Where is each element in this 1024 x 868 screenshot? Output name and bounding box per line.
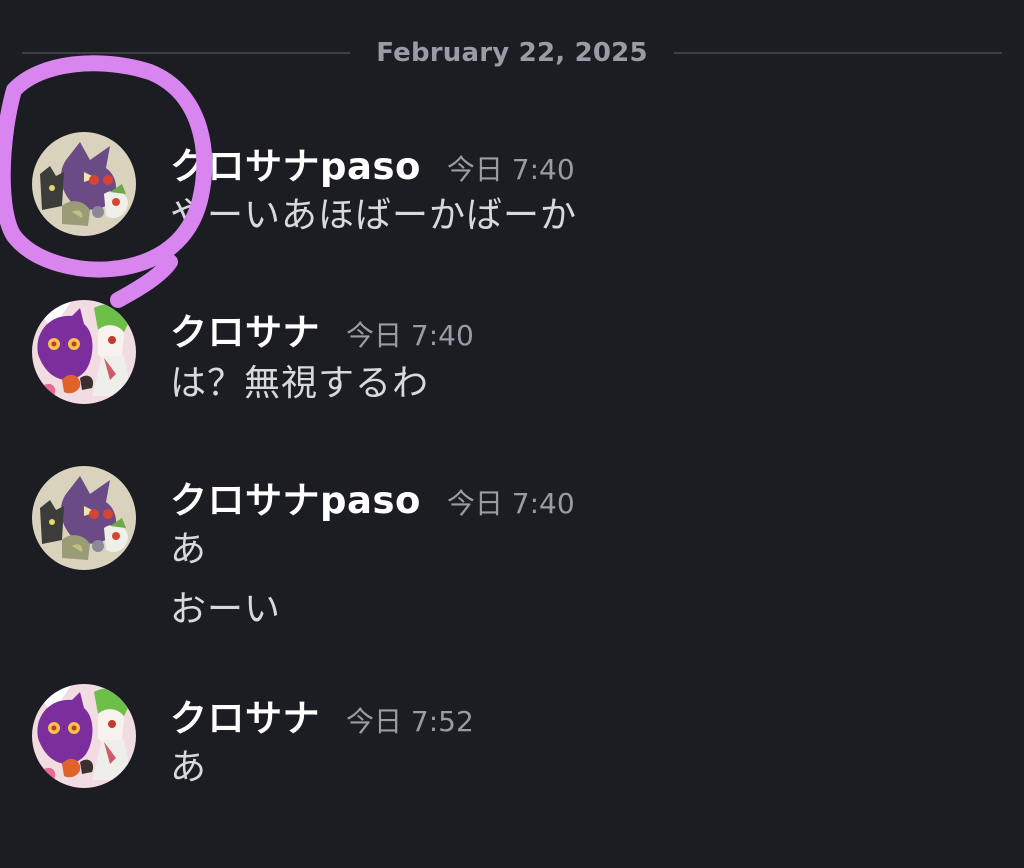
date-divider: February 22, 2025 — [22, 30, 1002, 76]
message-text: あ — [170, 747, 208, 788]
divider-line-right — [673, 52, 1002, 54]
timestamp: 今日 7:40 — [446, 487, 575, 520]
message-text: やーいあほばーかばーか — [170, 195, 578, 236]
message-text: は？無視するわ — [170, 363, 430, 404]
divider-line-left — [22, 52, 351, 54]
avatar[interactable] — [32, 684, 136, 788]
avatar[interactable] — [32, 466, 136, 570]
message-text: あ — [170, 529, 208, 570]
username[interactable]: クロサナ — [170, 688, 320, 742]
highlight-circle-annotation — [0, 55, 213, 308]
date-divider-label: February 22, 2025 — [376, 38, 648, 68]
message-header: クロサナpaso 今日 7:40 — [170, 470, 575, 524]
timestamp: 今日 7:40 — [346, 319, 474, 352]
chat-view: February 22, 2025 クロサナpaso 今日 7:40 やーいあほ… — [0, 0, 1024, 868]
avatar-dark-ghost-art — [32, 466, 136, 570]
message-header: クロサナ 今日 7:52 — [170, 688, 474, 742]
avatar[interactable] — [32, 300, 136, 404]
username[interactable]: クロサナ — [170, 302, 320, 356]
message-text: おーい — [170, 589, 282, 630]
avatar-purple-ghost-art — [32, 300, 136, 404]
message-header: クロサナ 今日 7:40 — [170, 302, 474, 356]
username[interactable]: クロサナpaso — [170, 136, 421, 190]
username[interactable]: クロサナpaso — [170, 470, 421, 524]
message-header: クロサナpaso 今日 7:40 — [170, 136, 575, 190]
timestamp: 今日 7:40 — [446, 153, 575, 186]
avatar[interactable] — [32, 132, 136, 236]
timestamp: 今日 7:52 — [346, 705, 474, 738]
avatar-purple-ghost-art — [32, 684, 136, 788]
avatar-dark-ghost-art — [32, 132, 136, 236]
